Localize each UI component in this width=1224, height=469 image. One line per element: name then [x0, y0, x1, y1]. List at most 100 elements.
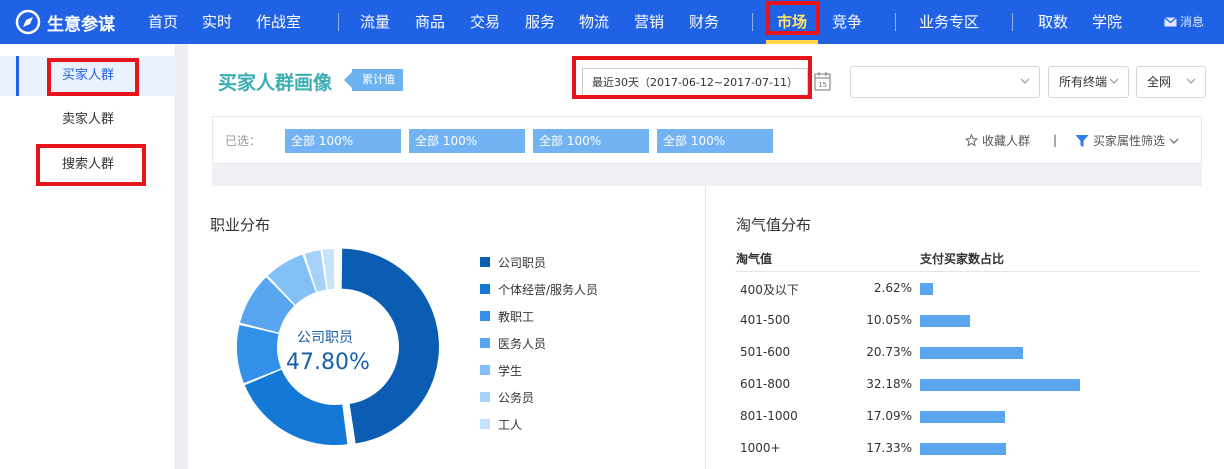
chevron-down-icon	[1020, 78, 1030, 84]
network-dropdown-value: 全网	[1147, 75, 1172, 89]
network-dropdown[interactable]: 全网	[1136, 66, 1206, 98]
legend-label: 个体经营/服务人员	[498, 282, 599, 297]
brand-name[interactable]: 生意参谋	[47, 10, 115, 35]
message-label: 消息	[1180, 15, 1205, 29]
message-link[interactable]: 消息	[1164, 13, 1204, 30]
nav-realtime[interactable]: 实时	[202, 11, 232, 32]
legend-swatch	[480, 311, 490, 321]
legend-label: 公务员	[498, 390, 535, 405]
taoqi-row-label: 400及以下	[740, 283, 799, 297]
favorite-crowd-label: 收藏人群	[982, 134, 1031, 148]
nav-traffic[interactable]: 流量	[360, 11, 390, 32]
nav-academy[interactable]: 学院	[1092, 11, 1122, 32]
nav-competition[interactable]: 竞争	[832, 11, 862, 32]
nav-trade[interactable]: 交易	[470, 11, 500, 32]
highlight-box	[47, 58, 139, 96]
taoqi-row-value: 2.62%	[873, 281, 912, 295]
page-title: 买家人群画像	[218, 72, 333, 94]
selected-filters-bar: 已选： 全部 100% 全部 100% 全部 100% 全部 100% 收藏人群…	[212, 116, 1202, 164]
terminal-dropdown[interactable]: 所有终端	[1048, 66, 1129, 98]
legend-item[interactable]: 公司职员	[480, 254, 546, 270]
star-icon	[965, 134, 978, 147]
nav-divider	[338, 13, 339, 31]
taoqi-row-label: 801-1000	[740, 409, 798, 423]
legend-item[interactable]: 学生	[480, 362, 522, 378]
taoqi-share-bar	[920, 379, 1080, 391]
legend-swatch	[480, 284, 490, 294]
filter-chip[interactable]: 全部 100%	[657, 129, 773, 153]
nav-divider	[895, 13, 896, 31]
taoqi-share-bar	[920, 283, 934, 295]
sidebar-item-seller-crowd[interactable]: 卖家人群	[0, 100, 176, 140]
top-nav: 生意参谋 首页 实时 作战室 流量 商品 交易 服务 物流 营销 财务 市场 竞…	[0, 0, 1224, 44]
section-header-strip	[212, 164, 1202, 186]
filter-chip[interactable]: 全部 100%	[409, 129, 525, 153]
envelope-icon	[1164, 16, 1177, 26]
taoqi-row-label: 601-800	[740, 377, 791, 391]
taoqi-row-value: 17.33%	[866, 441, 912, 455]
compass-logo-icon[interactable]	[14, 8, 42, 36]
legend-item[interactable]: 公务员	[480, 389, 534, 405]
nav-data-fetch[interactable]: 取数	[1038, 11, 1068, 32]
toolbar-separator: |	[1053, 133, 1058, 147]
highlight-box	[36, 144, 146, 186]
occupation-donut-chart: 公司职员 47.80%	[237, 248, 439, 445]
taoqi-row-label: 1000+	[740, 441, 781, 455]
main-panel: 买家人群画像 累计值 最近30天（2017-06-12~2017-07-11） …	[188, 44, 1224, 469]
funnel-icon	[1075, 134, 1089, 147]
legend-swatch	[480, 392, 490, 402]
legend-label: 医务人员	[498, 336, 547, 351]
legend-label: 教职工	[498, 309, 535, 324]
occupation-section-title: 职业分布	[210, 216, 271, 234]
taoqi-section-title: 淘气值分布	[736, 216, 812, 234]
legend-item[interactable]: 教职工	[480, 308, 534, 324]
donut-segment[interactable]	[341, 248, 439, 444]
nav-divider	[1012, 13, 1013, 31]
calendar-icon[interactable]: 15	[814, 71, 831, 91]
favorite-crowd-button[interactable]: 收藏人群	[965, 132, 1030, 149]
donut-center-value: 47.80%	[286, 350, 370, 375]
legend-item[interactable]: 工人	[480, 416, 522, 432]
nav-service[interactable]: 服务	[525, 11, 555, 32]
buyer-share-column-header: 支付买家数占比	[920, 252, 1005, 266]
taoqi-row-value: 10.05%	[866, 313, 912, 327]
legend-label: 工人	[498, 417, 523, 432]
taoqi-share-bar	[920, 347, 1024, 359]
filter-chip[interactable]: 全部 100%	[533, 129, 649, 153]
taoqi-row-label: 401-500	[740, 313, 791, 327]
nav-marketing[interactable]: 营销	[634, 11, 664, 32]
taoqi-row-value: 32.18%	[866, 377, 912, 391]
taoqi-row-value: 20.73%	[866, 345, 912, 359]
nav-business-zone[interactable]: 业务专区	[919, 11, 979, 32]
terminal-dropdown-value: 所有终端	[1059, 75, 1108, 89]
taoqi-share-bar	[920, 411, 1005, 423]
taoqi-row-value: 17.09%	[866, 409, 912, 423]
buyer-attribute-filter-label: 买家属性筛选	[1093, 134, 1166, 148]
legend-swatch	[480, 257, 490, 267]
cumulative-tag: 累计值	[344, 69, 403, 91]
nav-finance[interactable]: 财务	[689, 11, 719, 32]
donut-segment[interactable]	[244, 369, 348, 445]
legend-swatch	[480, 338, 490, 348]
taoqi-share-bar	[920, 443, 1007, 455]
buyer-attribute-filter-button[interactable]: 买家属性筛选	[1075, 132, 1179, 149]
nav-logistics[interactable]: 物流	[579, 11, 609, 32]
legend-label: 学生	[498, 363, 523, 378]
nav-home[interactable]: 首页	[148, 11, 178, 32]
nav-war-room[interactable]: 作战室	[256, 11, 301, 32]
filter-chip[interactable]: 全部 100%	[285, 129, 401, 153]
selected-label: 已选：	[225, 134, 262, 148]
nav-divider	[752, 13, 753, 31]
taoqi-column-header: 淘气值	[736, 252, 773, 266]
chevron-down-icon	[1109, 78, 1119, 84]
legend-swatch	[480, 419, 490, 429]
legend-swatch	[480, 365, 490, 375]
legend-label: 公司职员	[498, 255, 547, 270]
nav-goods[interactable]: 商品	[415, 11, 445, 32]
taoqi-share-bar	[920, 315, 970, 327]
taoqi-row-label: 501-600	[740, 345, 791, 359]
legend-item[interactable]: 医务人员	[480, 335, 546, 351]
category-dropdown[interactable]	[850, 66, 1040, 98]
legend-item[interactable]: 个体经营/服务人员	[480, 281, 598, 297]
chevron-down-icon	[1169, 138, 1179, 144]
